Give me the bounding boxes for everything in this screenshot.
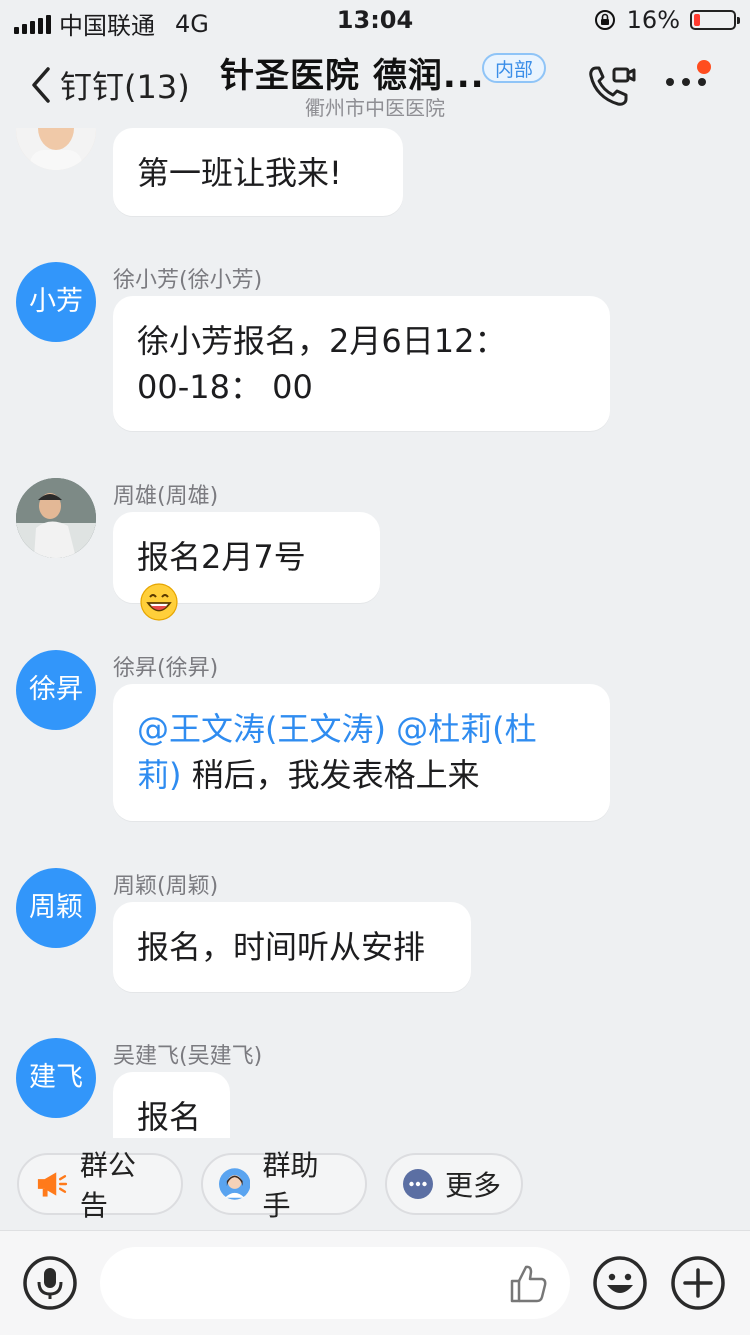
mention-link[interactable]: @王文涛(王文涛) (137, 710, 386, 748)
message-text: 稍后，我发表格上来 (191, 756, 480, 794)
internal-badge: 内部 (482, 53, 546, 83)
chip-label: 群助手 (262, 1149, 319, 1222)
message-text-line: 00-18： 00 (137, 368, 313, 406)
message-input[interactable] (100, 1247, 570, 1319)
call-video-icon[interactable] (586, 62, 638, 110)
message-bubble[interactable]: @王文涛(王文涛) @杜莉(杜 莉) 稍后，我发表格上来 (113, 684, 610, 821)
chip-label: 群公告 (79, 1149, 136, 1222)
announcement-button[interactable]: 群公告 (17, 1149, 183, 1222)
sender-name: 周雄(周雄) (113, 484, 219, 509)
message-bubble[interactable]: 徐小芳报名，2月6日12： 00-18： 00 (113, 296, 610, 431)
chip-label: 更多 (445, 1169, 502, 1202)
megaphone-icon (37, 1172, 68, 1197)
message-list[interactable]: 第一班让我来! 小芳 徐小芳(徐小芳) 徐小芳报名，2月6日12： 00-18：… (0, 128, 750, 1138)
mention-link[interactable]: @杜莉(杜 (396, 710, 537, 748)
user-avatar[interactable]: 建飞 (16, 1038, 96, 1118)
user-avatar[interactable]: 徐昇 (16, 650, 96, 730)
person-photo-icon (16, 128, 96, 170)
quick-action-bar: 群公告 群助手 更多 (0, 1138, 750, 1230)
group-assistant-button[interactable]: 群助手 (201, 1149, 367, 1222)
message-text: 报名 (137, 1098, 202, 1136)
sender-name: 徐小芳(徐小芳) (113, 268, 263, 293)
message-bubble[interactable]: 报名，时间听从安排 (113, 902, 471, 992)
status-bar: 中国联通 4G 13:04 16% (0, 0, 750, 40)
battery-icon (690, 10, 740, 30)
emoji-button-icon[interactable] (592, 1255, 648, 1311)
battery-percent: 16% (626, 6, 680, 34)
thumbs-up-icon[interactable] (506, 1261, 550, 1305)
voice-input-icon[interactable] (22, 1255, 78, 1311)
sender-name: 徐昇(徐昇) (113, 656, 219, 681)
add-attachment-icon[interactable] (670, 1255, 726, 1311)
mention-link[interactable]: 莉) (137, 756, 182, 794)
input-bar (0, 1230, 750, 1335)
battery-level (694, 14, 700, 26)
rotation-lock-icon (594, 10, 615, 30)
message-text: 报名2月7号 (137, 538, 306, 576)
sender-name: 周颖(周颖) (113, 874, 219, 899)
user-avatar-photo[interactable] (16, 478, 96, 558)
message-text-line: 徐小芳报名，2月6日12： (137, 322, 507, 360)
assistant-avatar-icon (219, 1168, 251, 1200)
grinning-emoji-icon (140, 583, 178, 621)
message-text: 第一班让我来! (137, 154, 342, 192)
message-bubble[interactable]: 报名2月7号 (113, 512, 380, 621)
chat-header: 钉钉(13) 针圣医院 德润... 内部 衢州市中医医院 (0, 40, 750, 128)
sender-name: 吴建飞(吴建飞) (113, 1044, 263, 1069)
group-title[interactable]: 针圣医院 德润... (220, 48, 485, 97)
user-avatar-photo[interactable] (16, 128, 96, 170)
more-options-icon[interactable] (662, 58, 718, 98)
message-bubble[interactable]: 报名 (113, 1072, 230, 1138)
more-dots-icon (403, 1169, 433, 1199)
user-avatar[interactable]: 周颖 (16, 868, 96, 948)
more-actions-button[interactable]: 更多 (385, 1153, 523, 1215)
message-text: 报名，时间听从安排 (137, 928, 426, 966)
user-avatar[interactable]: 小芳 (16, 262, 96, 342)
message-bubble[interactable]: 第一班让我来! (113, 128, 403, 216)
person-photo-icon (16, 478, 96, 558)
